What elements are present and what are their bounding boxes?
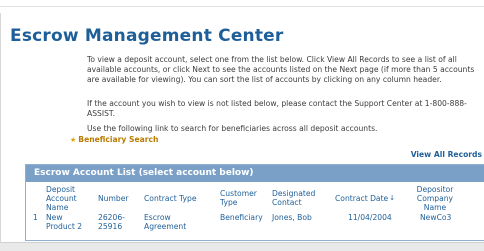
top-divider — [0, 6, 484, 7]
column-header-label: Designated Contact — [272, 189, 316, 207]
top-strip — [0, 0, 484, 13]
column-header-label: Customer Type — [220, 189, 257, 207]
column-header-label: Contract Type — [144, 193, 197, 203]
cell-contract-type: Escrow Agreement — [144, 213, 187, 231]
column-header-number[interactable]: Number — [98, 183, 138, 213]
column-header-depositor-company-name[interactable]: Depositor Company Name — [410, 183, 460, 213]
intro-text: To view a deposit account, select one fr… — [87, 55, 475, 84]
column-header-contract-date[interactable]: Contract Date ↓ — [335, 183, 401, 213]
column-header-contract-type[interactable]: Contract Type — [144, 183, 214, 213]
cell-designated-contact: Jones, Bob — [272, 213, 312, 222]
cell-contract-date: 11/04/2004 — [348, 213, 392, 222]
search-hint-text: Use the following link to search for ben… — [87, 124, 378, 133]
cell-company-name: NewCo3 — [420, 213, 452, 222]
panel-title: Escrow Account List (select account belo… — [34, 168, 254, 178]
escrow-account-panel: Escrow Account List (select account belo… — [25, 164, 484, 241]
cell-number: 26206-25916 — [98, 213, 125, 231]
column-header-deposit-account-name[interactable]: Deposit Account Name — [46, 183, 92, 213]
star-icon: ★ — [70, 136, 77, 144]
support-text: If the account you wish to view is not l… — [87, 99, 467, 118]
beneficiary-search-link[interactable]: ★ Beneficiary Search — [70, 135, 158, 145]
row-index: 1 — [33, 213, 38, 222]
page-title: Escrow Management Center — [10, 26, 284, 46]
column-header-label: Depositor Company Name — [416, 184, 454, 212]
column-header-label: Number — [98, 193, 129, 203]
column-header-customer-type[interactable]: Customer Type — [220, 183, 264, 213]
cell-account-name[interactable]: New Product 2 — [46, 213, 90, 231]
sort-down-icon: ↓ — [389, 193, 396, 202]
column-header-designated-contact[interactable]: Designated Contact — [272, 183, 328, 213]
column-header-label: Deposit Account Name — [46, 184, 77, 212]
panel-header: Escrow Account List (select account belo… — [26, 165, 484, 182]
view-all-records-link[interactable]: View All Records — [411, 150, 482, 159]
beneficiary-search-label: Beneficiary Search — [78, 135, 159, 144]
column-header-label: Contract Date — [335, 193, 389, 203]
cell-customer-type: Beneficiary — [220, 213, 263, 222]
